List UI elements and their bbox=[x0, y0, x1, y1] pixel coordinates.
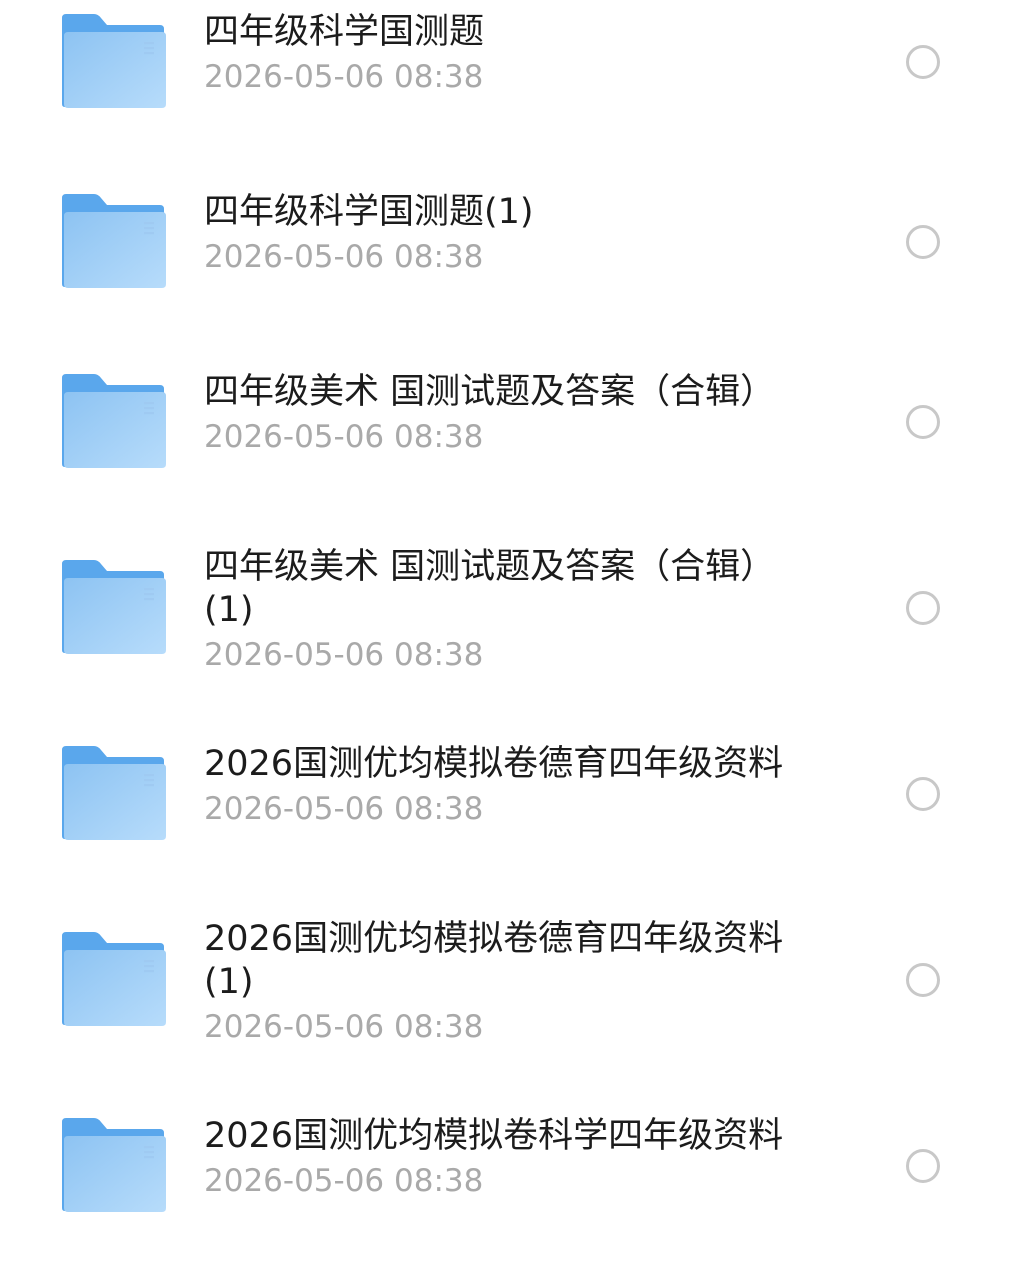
item-text: 四年级美术 国测试题及答案（合辑） 2026-05-06 08:38 bbox=[204, 371, 824, 457]
folder-icon bbox=[60, 930, 166, 1026]
item-text: 2026国测优均模拟卷科学四年级资料 2026-05-06 08:38 bbox=[204, 1115, 824, 1201]
select-radio[interactable] bbox=[906, 963, 940, 997]
item-text: 四年级美术 国测试题及答案（合辑） (1) 2026-05-06 08:38 bbox=[204, 546, 824, 675]
item-text: 2026国测优均模拟卷德育四年级资料 (1) 2026-05-06 08:38 bbox=[204, 918, 824, 1047]
list-item[interactable]: 四年级美术 国测试题及答案（合辑） 2026-05-06 08:38 bbox=[0, 360, 1014, 500]
item-date: 2026-05-06 08:38 bbox=[204, 1009, 484, 1045]
folder-icon bbox=[60, 372, 166, 468]
item-name: 2026国测优均模拟卷德育四年级资料 (1) bbox=[204, 919, 784, 1002]
item-name: 2026国测优均模拟卷科学四年级资料 bbox=[204, 1116, 784, 1156]
list-item[interactable]: 2026国测优均模拟卷德育四年级资料 2026-05-06 08:38 bbox=[0, 732, 1014, 872]
item-name: 四年级科学国测题(1) bbox=[204, 192, 534, 232]
item-date: 2026-05-06 08:38 bbox=[204, 791, 484, 827]
list-item[interactable]: 四年级科学国测题(1) 2026-05-06 08:38 bbox=[0, 180, 1014, 320]
folder-icon bbox=[60, 12, 166, 108]
item-name: 四年级科学国测题 bbox=[204, 12, 485, 52]
select-radio[interactable] bbox=[906, 1149, 940, 1183]
select-radio[interactable] bbox=[906, 45, 940, 79]
list-item[interactable]: 四年级科学国测题 2026-05-06 08:38 bbox=[0, 0, 1014, 140]
folder-icon bbox=[60, 558, 166, 654]
list-item[interactable]: 2026国测优均模拟卷德育四年级资料 (1) 2026-05-06 08:38 bbox=[0, 918, 1014, 1058]
list-item[interactable]: 四年级美术 国测试题及答案（合辑） (1) 2026-05-06 08:38 bbox=[0, 546, 1014, 686]
item-name: 四年级美术 国测试题及答案（合辑） (1) bbox=[204, 547, 776, 630]
item-text: 2026国测优均模拟卷德育四年级资料 2026-05-06 08:38 bbox=[204, 743, 824, 829]
select-radio[interactable] bbox=[906, 777, 940, 811]
file-list: 四年级科学国测题 2026-05-06 08:38 四年级科学国测题(1) 20… bbox=[0, 0, 1014, 1280]
item-text: 四年级科学国测题(1) 2026-05-06 08:38 bbox=[204, 191, 824, 277]
folder-icon bbox=[60, 1116, 166, 1212]
select-radio[interactable] bbox=[906, 591, 940, 625]
folder-icon bbox=[60, 744, 166, 840]
item-name: 四年级美术 国测试题及答案（合辑） bbox=[204, 372, 776, 412]
select-radio[interactable] bbox=[906, 405, 940, 439]
item-date: 2026-05-06 08:38 bbox=[204, 419, 484, 455]
item-date: 2026-05-06 08:38 bbox=[204, 59, 484, 95]
select-radio[interactable] bbox=[906, 225, 940, 259]
item-date: 2026-05-06 08:38 bbox=[204, 637, 484, 673]
item-text: 四年级科学国测题 2026-05-06 08:38 bbox=[204, 11, 824, 97]
item-date: 2026-05-06 08:38 bbox=[204, 1163, 484, 1199]
item-date: 2026-05-06 08:38 bbox=[204, 239, 484, 275]
item-name: 2026国测优均模拟卷德育四年级资料 bbox=[204, 744, 784, 784]
folder-icon bbox=[60, 192, 166, 288]
list-item[interactable]: 2026国测优均模拟卷科学四年级资料 2026-05-06 08:38 bbox=[0, 1104, 1014, 1244]
